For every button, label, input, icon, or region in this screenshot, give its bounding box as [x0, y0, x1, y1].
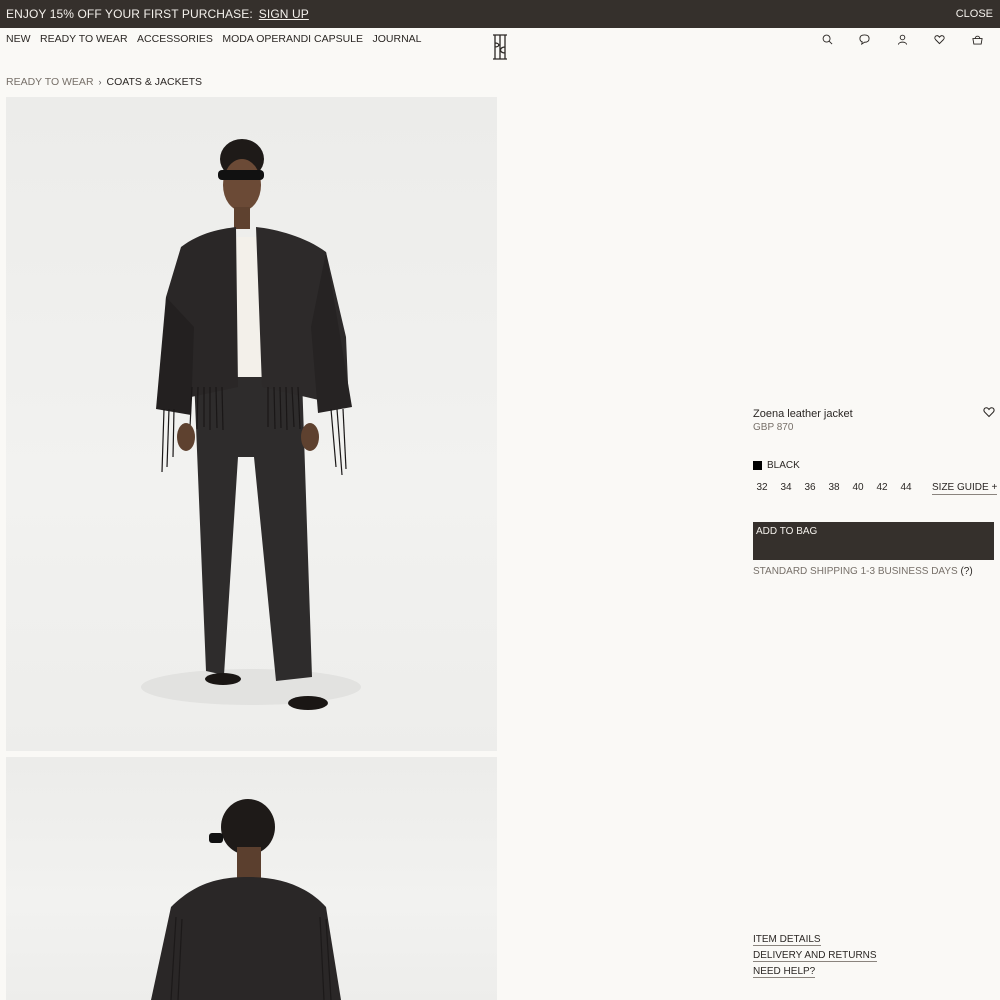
product-name: Zoena leather jacket: [753, 408, 853, 420]
nav-item-capsule[interactable]: MODA OPERANDI CAPSULE: [222, 33, 363, 45]
need-help-link[interactable]: NEED HELP?: [753, 966, 816, 978]
breadcrumb-separator: ›: [98, 77, 102, 87]
size-guide-link[interactable]: SIZE GUIDE +: [932, 482, 998, 495]
size-selector: 32 34 36 38 40 42 44: [750, 482, 918, 493]
product-image-front[interactable]: [6, 97, 497, 751]
size-option-36[interactable]: 36: [798, 482, 822, 493]
breadcrumb-current[interactable]: COATS & JACKETS: [107, 76, 203, 88]
bag-icon[interactable]: [959, 32, 997, 46]
promo-message: ENJOY 15% OFF YOUR FIRST PURCHASE: SIGN U…: [6, 7, 309, 21]
nav-item-ready-to-wear[interactable]: READY TO WEAR: [40, 33, 128, 45]
wishlist-icon[interactable]: [921, 32, 959, 46]
size-option-34[interactable]: 34: [774, 482, 798, 493]
nav-item-new[interactable]: NEW: [6, 33, 31, 45]
promo-text: ENJOY 15% OFF YOUR FIRST PURCHASE:: [6, 7, 253, 21]
shipping-text: STANDARD SHIPPING 1-3 BUSINESS DAYS: [753, 566, 958, 577]
nav-icons: [809, 32, 997, 46]
shipping-info: STANDARD SHIPPING 1-3 BUSINESS DAYS (?): [753, 566, 973, 577]
main-nav: NEW READY TO WEAR ACCESSORIES MODA OPERA…: [0, 28, 1000, 68]
size-option-38[interactable]: 38: [822, 482, 846, 493]
add-to-bag-button[interactable]: ADD TO BAG: [753, 522, 994, 560]
shipping-help-link[interactable]: (?): [960, 566, 972, 577]
add-to-wishlist-icon[interactable]: [983, 406, 995, 418]
size-option-44[interactable]: 44: [894, 482, 918, 493]
size-option-32[interactable]: 32: [750, 482, 774, 493]
product-info-links: ITEM DETAILS DELIVERY AND RETURNS NEED H…: [753, 934, 877, 982]
chat-icon[interactable]: [846, 32, 884, 46]
search-icon[interactable]: [809, 32, 847, 46]
size-option-42[interactable]: 42: [870, 482, 894, 493]
brand-logo[interactable]: [491, 34, 509, 60]
close-promo-button[interactable]: CLOSE: [956, 8, 993, 20]
product-image-back[interactable]: [6, 757, 497, 1000]
signup-link[interactable]: SIGN UP: [259, 7, 309, 21]
breadcrumb: READY TO WEAR › COATS & JACKETS: [6, 76, 202, 88]
nav-item-accessories[interactable]: ACCESSORIES: [137, 33, 213, 45]
item-details-link[interactable]: ITEM DETAILS: [753, 934, 821, 946]
product-price: GBP 870: [753, 422, 794, 433]
promo-bar: ENJOY 15% OFF YOUR FIRST PURCHASE: SIGN U…: [0, 0, 1000, 28]
model-back-illustration: [151, 799, 341, 1000]
color-swatch-black[interactable]: [753, 461, 762, 470]
breadcrumb-parent[interactable]: READY TO WEAR: [6, 76, 94, 88]
nav-item-journal[interactable]: JOURNAL: [373, 33, 422, 45]
nav-menu: NEW READY TO WEAR ACCESSORIES MODA OPERA…: [6, 33, 431, 45]
color-label: BLACK: [767, 460, 800, 471]
color-selector: BLACK: [753, 460, 800, 471]
account-icon[interactable]: [884, 32, 922, 46]
delivery-returns-link[interactable]: DELIVERY AND RETURNS: [753, 950, 877, 962]
model-front-illustration: [141, 139, 361, 710]
size-option-40[interactable]: 40: [846, 482, 870, 493]
